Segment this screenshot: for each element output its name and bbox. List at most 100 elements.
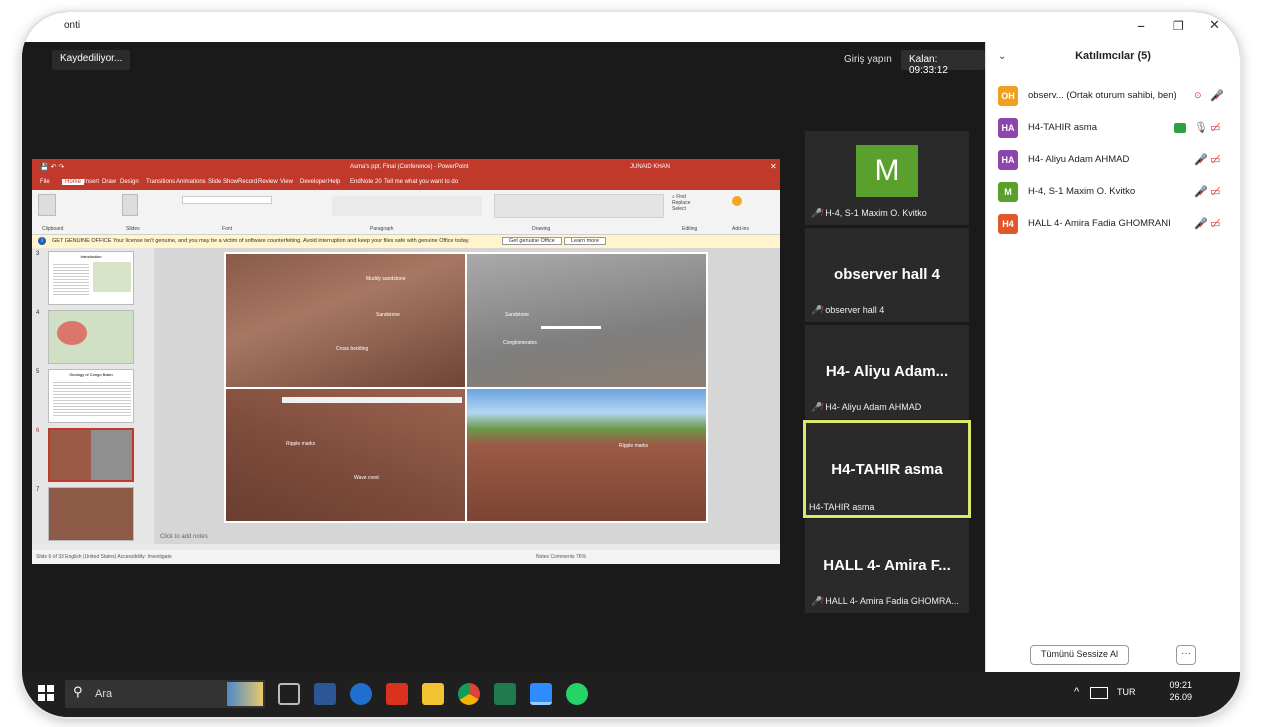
calculator-icon[interactable] bbox=[494, 683, 516, 705]
learn-more-button[interactable]: Learn more bbox=[564, 237, 607, 245]
tile-name: H4-TAHIR asma bbox=[809, 502, 875, 512]
ppt-menu-item[interactable]: File bbox=[40, 179, 50, 185]
ppt-close-icon[interactable]: ✕ bbox=[770, 162, 777, 171]
close-button[interactable]: ✕ bbox=[1209, 18, 1220, 33]
participant-row[interactable]: OH observ... (Ortak oturum sahibi, ben) … bbox=[998, 86, 1228, 106]
ppt-menu-item[interactable]: Slide Show bbox=[208, 179, 238, 185]
system-clock[interactable]: 09:21 26.09 bbox=[1169, 679, 1192, 703]
tile-amira[interactable]: HALL 4- Amira F... 🎤̸ HALL 4- Amira Fadia… bbox=[805, 519, 969, 613]
windows-start-icon[interactable] bbox=[38, 685, 54, 701]
mute-all-button[interactable]: Tümünü Sessize Al bbox=[1030, 645, 1130, 665]
slide-editor: Muddy sandstone Sandstone Cross bedding … bbox=[154, 248, 780, 544]
whatsapp-icon[interactable] bbox=[566, 683, 588, 705]
more-options-button[interactable]: ··· bbox=[1176, 645, 1196, 665]
current-slide[interactable]: Muddy sandstone Sandstone Cross bedding … bbox=[224, 252, 708, 523]
muted-mic-icon[interactable]: 🎤̸ bbox=[1210, 89, 1224, 102]
slide-thumb-4[interactable] bbox=[48, 310, 134, 364]
slide-thumb-3[interactable]: Introduction bbox=[48, 251, 134, 305]
avatar: OH bbox=[998, 86, 1018, 106]
drawing-tools[interactable] bbox=[494, 194, 664, 218]
zoom-icon[interactable] bbox=[530, 683, 552, 705]
ppt-menu-item[interactable]: Design bbox=[120, 179, 139, 185]
participant-row[interactable]: HA H4- Aliyu Adam AHMAD 🎤̸ ▭̸ bbox=[998, 150, 1228, 170]
photo-label: Ripple marks bbox=[619, 443, 649, 449]
muted-mic-icon: 🎤̸ bbox=[811, 208, 823, 218]
info-icon: i bbox=[38, 237, 46, 245]
editing-tools[interactable]: ⌕ Find Replace Select bbox=[672, 194, 722, 220]
taskbar-search[interactable]: ⚲ Ara bbox=[65, 680, 265, 708]
muted-mic-icon[interactable]: 🎤̸ bbox=[1194, 185, 1208, 198]
addins-icon[interactable] bbox=[732, 196, 742, 206]
text-block bbox=[53, 262, 89, 296]
ppt-menu-item[interactable]: Home bbox=[62, 179, 85, 185]
photo-conglomerate: Sandstone Conglomerates bbox=[467, 254, 706, 387]
ppt-menu-item[interactable]: Insert bbox=[84, 179, 99, 185]
chevron-up-icon[interactable]: ^ bbox=[1074, 686, 1079, 698]
ppt-menu-item[interactable]: EndNote 20 bbox=[350, 179, 382, 185]
word-icon[interactable] bbox=[314, 683, 336, 705]
keyboard-icon[interactable] bbox=[1090, 687, 1108, 699]
muted-mic-icon: 🎤̸ bbox=[811, 402, 823, 412]
slide-thumb-7[interactable] bbox=[48, 487, 134, 541]
ppt-menu-item[interactable]: Record bbox=[238, 179, 257, 185]
avatar: M bbox=[856, 145, 918, 197]
ppt-menu-item[interactable]: Tell me what you want to do bbox=[384, 179, 458, 185]
ppt-menu-item[interactable]: Review bbox=[258, 179, 278, 185]
pdf-reader-icon[interactable] bbox=[386, 683, 408, 705]
tile-maxim[interactable]: M 🎤̸ H-4, S-1 Maxim O. Kvitko bbox=[805, 131, 969, 225]
status-left: Slide 6 of 33 English (United States) Ac… bbox=[36, 554, 172, 560]
participant-row[interactable]: M H-4, S-1 Maxim O. Kvitko 🎤̸ ▭̸ bbox=[998, 182, 1228, 202]
video-off-icon[interactable]: ▭̸ bbox=[1210, 153, 1220, 166]
photo-outcrop: Ripple marks bbox=[467, 389, 706, 521]
ppt-menu-item[interactable]: Transitions bbox=[146, 179, 175, 185]
tile-name: HALL 4- Amira Fadia GHOMRA... bbox=[825, 596, 959, 606]
ppt-menu-item[interactable]: Help bbox=[328, 179, 340, 185]
participant-name: observ... (Ortak oturum sahibi, ben) bbox=[1028, 90, 1177, 101]
video-off-icon[interactable]: ▭̸ bbox=[1210, 185, 1220, 198]
paragraph-tools[interactable] bbox=[332, 196, 482, 216]
new-slide-icon[interactable] bbox=[122, 194, 138, 216]
ppt-menu-item[interactable]: Draw bbox=[102, 179, 116, 185]
ppt-quick-access-icon[interactable]: 💾 ↶ ↷ bbox=[40, 163, 64, 171]
chrome-icon[interactable] bbox=[458, 683, 480, 705]
slide-thumb-5[interactable]: Geology of Congo Basin bbox=[48, 369, 134, 423]
thumb-number: 7 bbox=[36, 487, 40, 493]
ppt-user: JUNAID KHAN bbox=[630, 164, 671, 170]
tile-name: H-4, S-1 Maxim O. Kvitko bbox=[825, 208, 927, 218]
muted-mic-icon[interactable]: 🎤̸ bbox=[1194, 153, 1208, 166]
ribbon-group-label: Drawing bbox=[532, 226, 551, 232]
get-genuine-button[interactable]: Get genuine Office bbox=[502, 237, 562, 245]
browser-icon[interactable] bbox=[350, 683, 372, 705]
tile-tahir-speaking[interactable]: H4-TAHIR asma H4-TAHIR asma bbox=[803, 420, 971, 518]
thumb-number: 5 bbox=[36, 369, 40, 375]
font-selector[interactable] bbox=[182, 196, 272, 204]
language-indicator[interactable]: TUR bbox=[1117, 687, 1136, 697]
file-explorer-icon[interactable] bbox=[422, 683, 444, 705]
photo-label: Sandstone bbox=[505, 312, 529, 318]
restore-button[interactable]: ❐ bbox=[1173, 19, 1184, 33]
signin-link[interactable]: Giriş yapın bbox=[844, 54, 892, 65]
window-controls: – ❐ ✕ bbox=[985, 12, 1240, 42]
participant-row[interactable]: H4 HALL 4- Amira Fadia GHOMRANI 🎤̸ ▭̸ bbox=[998, 214, 1228, 234]
ppt-menu-item[interactable]: Animations bbox=[176, 179, 206, 185]
muted-mic-icon[interactable]: 🎤̸ bbox=[1194, 217, 1208, 230]
participant-row[interactable]: HA H4-TAHIR asma 🎙 ▭̸ bbox=[998, 118, 1228, 138]
paste-icon[interactable] bbox=[38, 194, 56, 216]
photo-label: Muddy sandstone bbox=[366, 276, 406, 282]
photo-sandstone: Muddy sandstone Sandstone Cross bedding bbox=[226, 254, 465, 387]
video-off-icon[interactable]: ▭̸ bbox=[1210, 217, 1220, 230]
tile-observer[interactable]: observer hall 4 🎤̸ observer hall 4 bbox=[805, 228, 969, 322]
tile-aliyu[interactable]: H4- Aliyu Adam... 🎤̸ H4- Aliyu Adam AHMAD bbox=[805, 325, 969, 419]
clock-date: 26.09 bbox=[1169, 692, 1192, 702]
mic-icon[interactable]: 🎙 bbox=[1194, 121, 1208, 134]
video-off-icon[interactable]: ▭̸ bbox=[1210, 121, 1220, 134]
recording-indicator[interactable]: Kaydediliyor... bbox=[52, 50, 131, 70]
slide-thumb-6-selected[interactable] bbox=[48, 428, 134, 482]
minimize-button[interactable]: – bbox=[1137, 16, 1145, 35]
tile-big-name: HALL 4- Amira F... bbox=[823, 557, 951, 574]
ppt-menu-item[interactable]: Developer bbox=[300, 179, 327, 185]
notes-placeholder[interactable]: Click to add notes bbox=[160, 534, 208, 540]
ppt-menu-item[interactable]: View bbox=[280, 179, 293, 185]
task-view-icon[interactable] bbox=[278, 683, 300, 705]
muted-mic-icon: 🎤̸ bbox=[811, 305, 823, 315]
